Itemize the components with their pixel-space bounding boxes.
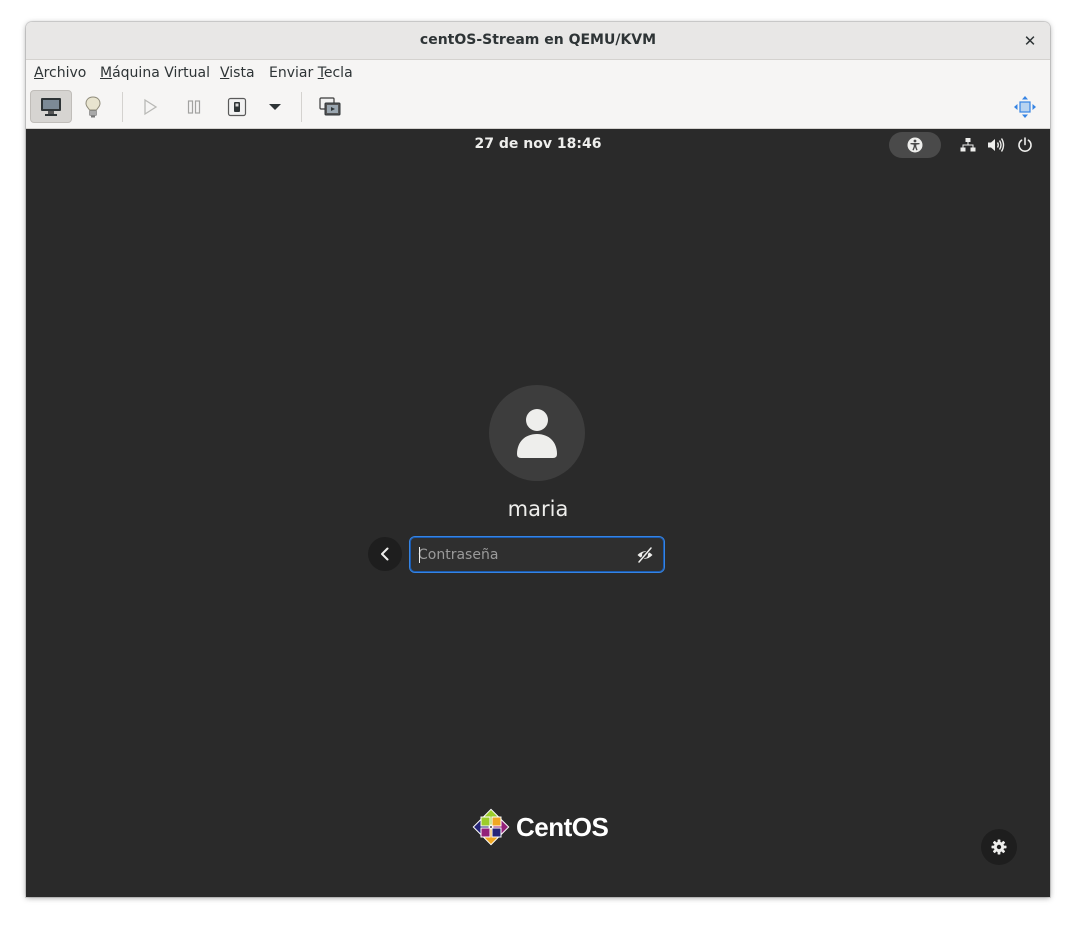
volume-icon bbox=[988, 138, 1005, 152]
network-icon bbox=[960, 138, 976, 152]
menu-label: ecla bbox=[323, 65, 353, 81]
text-caret bbox=[419, 547, 420, 563]
password-input[interactable] bbox=[418, 537, 628, 572]
toolbar-separator bbox=[301, 92, 302, 122]
user-icon bbox=[517, 409, 557, 458]
menu-label: rchivo bbox=[43, 65, 87, 81]
menu-archivo[interactable]: Archivo bbox=[34, 60, 86, 86]
menu-bar: Archivo Máquina Virtual Vista Enviar Tec… bbox=[26, 60, 1050, 86]
fullscreen-icon bbox=[1014, 95, 1036, 118]
menu-mnemonic: M bbox=[100, 65, 113, 81]
guest-display[interactable]: 27 de nov 18:46 maria CentOS bbox=[26, 129, 1050, 897]
snapshots-button[interactable] bbox=[309, 90, 351, 123]
back-button[interactable] bbox=[368, 537, 402, 571]
vm-viewer-window: centOS-Stream en QEMU/KVM ✕ Archivo Máqu… bbox=[26, 22, 1050, 897]
fullscreen-button[interactable] bbox=[1004, 90, 1046, 123]
menu-label: ista bbox=[229, 65, 255, 81]
password-field[interactable] bbox=[409, 536, 665, 573]
pause-icon bbox=[187, 99, 201, 114]
eye-slash-icon[interactable] bbox=[636, 546, 654, 564]
toolbar bbox=[26, 86, 1050, 129]
toolbar-separator bbox=[122, 92, 123, 122]
chevron-left-icon bbox=[381, 547, 389, 561]
play-icon bbox=[144, 98, 158, 115]
lightbulb-icon bbox=[85, 95, 101, 117]
menu-label: Enviar bbox=[269, 65, 318, 81]
close-button[interactable]: ✕ bbox=[1020, 31, 1040, 51]
network-status[interactable] bbox=[959, 136, 977, 154]
pause-button[interactable] bbox=[173, 90, 215, 123]
gear-icon bbox=[991, 839, 1007, 855]
monitor-icon bbox=[41, 97, 61, 116]
user-name: maria bbox=[507, 497, 569, 521]
power-switch-icon bbox=[227, 97, 247, 116]
screenshot-icon bbox=[319, 96, 341, 115]
power-icon bbox=[1018, 137, 1032, 152]
avatar bbox=[489, 385, 585, 481]
menu-label: áquina Virtual bbox=[112, 65, 210, 81]
title-bar: centOS-Stream en QEMU/KVM ✕ bbox=[26, 22, 1050, 60]
menu-enviar-tecla[interactable]: Enviar Tecla bbox=[269, 60, 353, 86]
session-settings-button[interactable] bbox=[981, 829, 1017, 865]
details-button[interactable] bbox=[72, 90, 114, 123]
window-title: centOS-Stream en QEMU/KVM bbox=[419, 32, 657, 48]
shutdown-button[interactable] bbox=[216, 90, 258, 123]
console-view-button[interactable] bbox=[30, 90, 72, 123]
menu-maquina-virtual[interactable]: Máquina Virtual bbox=[100, 60, 210, 86]
power-menu[interactable] bbox=[1016, 136, 1034, 154]
accessibility-menu-button[interactable] bbox=[889, 132, 941, 158]
menu-mnemonic: A bbox=[34, 65, 44, 81]
accessibility-icon bbox=[907, 137, 923, 153]
centos-logo-text: CentOS bbox=[516, 811, 609, 842]
centos-emblem-icon bbox=[472, 808, 510, 846]
menu-mnemonic: V bbox=[220, 65, 230, 81]
centos-logo: CentOS bbox=[472, 808, 609, 846]
shutdown-options-dropdown[interactable] bbox=[255, 90, 295, 123]
volume-status[interactable] bbox=[987, 136, 1005, 154]
run-button[interactable] bbox=[129, 90, 171, 123]
menu-vista[interactable]: Vista bbox=[220, 60, 255, 86]
dropdown-arrow-icon bbox=[269, 103, 281, 110]
